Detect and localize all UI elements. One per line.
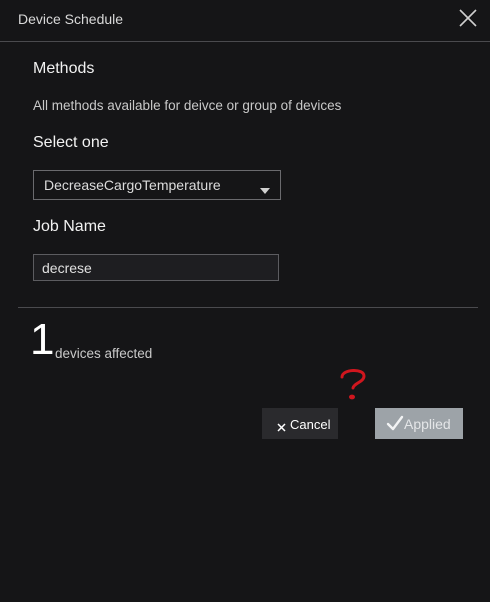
methods-description: All methods available for deivce or grou… <box>33 98 342 113</box>
dropdown-selected-value: DecreaseCargoTemperature <box>44 177 221 193</box>
applied-button[interactable]: Applied <box>375 408 463 439</box>
devices-count: 1 <box>30 315 55 364</box>
close-small-icon <box>277 420 286 435</box>
applied-label: Applied <box>404 416 451 432</box>
devices-affected-label: devices affected <box>55 346 153 361</box>
cancel-label: Cancel <box>290 417 331 432</box>
dialog-title: Device Schedule <box>18 11 124 27</box>
divider <box>18 307 478 308</box>
methods-heading: Methods <box>33 60 95 77</box>
dialog-header: Device Schedule <box>0 0 490 42</box>
select-heading: Select one <box>33 134 109 151</box>
job-name-heading: Job Name <box>33 218 106 235</box>
checkmark-icon <box>386 415 404 434</box>
caret-down-icon <box>260 181 270 199</box>
job-name-input[interactable] <box>33 254 279 281</box>
question-mark-icon <box>338 366 368 409</box>
cancel-button[interactable]: Cancel <box>262 408 338 439</box>
close-icon[interactable] <box>457 7 479 29</box>
method-dropdown[interactable]: DecreaseCargoTemperature <box>33 170 281 200</box>
